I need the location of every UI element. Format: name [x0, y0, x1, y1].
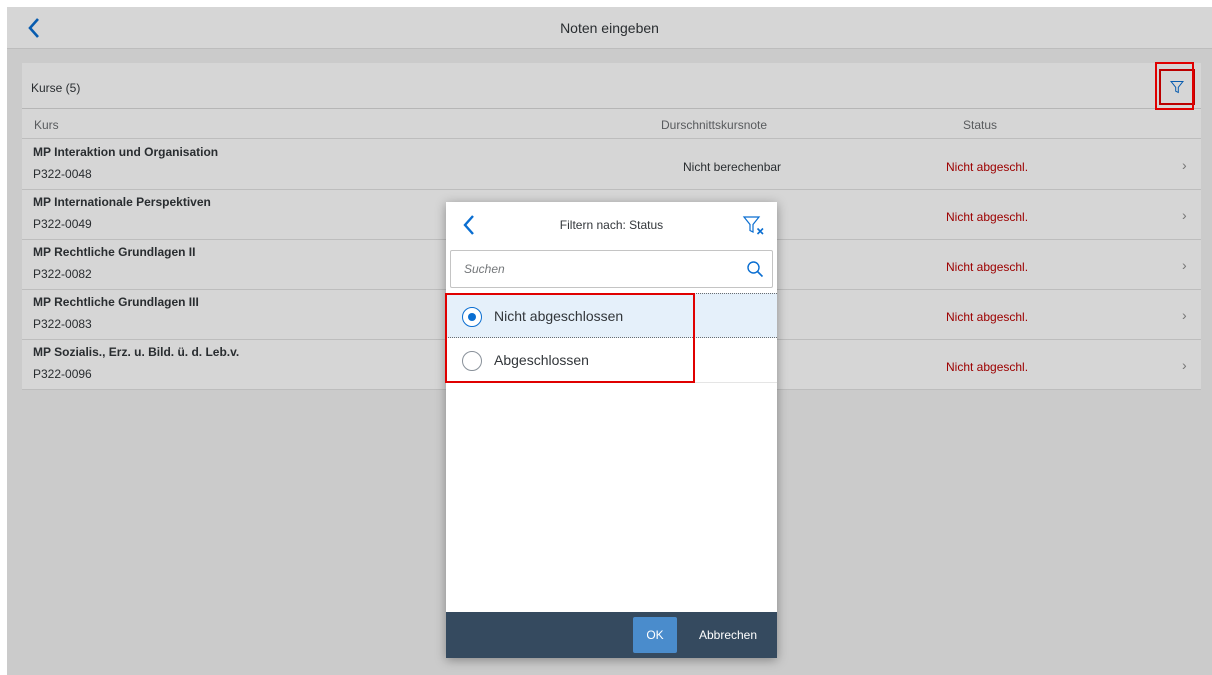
search-input[interactable]: [452, 252, 732, 286]
filter-dialog: Filtern nach: Status Nicht abgeschlossen…: [446, 202, 777, 658]
search-field: [450, 250, 773, 288]
option-nicht-abgeschlossen[interactable]: Nicht abgeschlossen: [446, 293, 777, 338]
option-abgeschlossen[interactable]: Abgeschlossen: [446, 338, 777, 383]
clear-filter-icon[interactable]: [742, 215, 766, 237]
dialog-header: Filtern nach: Status: [446, 202, 777, 248]
option-label: Nicht abgeschlossen: [494, 308, 624, 324]
dialog-title: Filtern nach: Status: [559, 218, 664, 232]
radio-dot: [468, 313, 476, 321]
radio-button[interactable]: [462, 351, 482, 371]
ok-button[interactable]: OK: [633, 617, 677, 653]
option-label: Abgeschlossen: [494, 352, 589, 368]
cancel-button[interactable]: Abbrechen: [686, 617, 770, 653]
dialog-footer: OK Abbrechen: [446, 612, 777, 658]
search-icon[interactable]: [746, 260, 764, 278]
radio-button-selected[interactable]: [462, 307, 482, 327]
